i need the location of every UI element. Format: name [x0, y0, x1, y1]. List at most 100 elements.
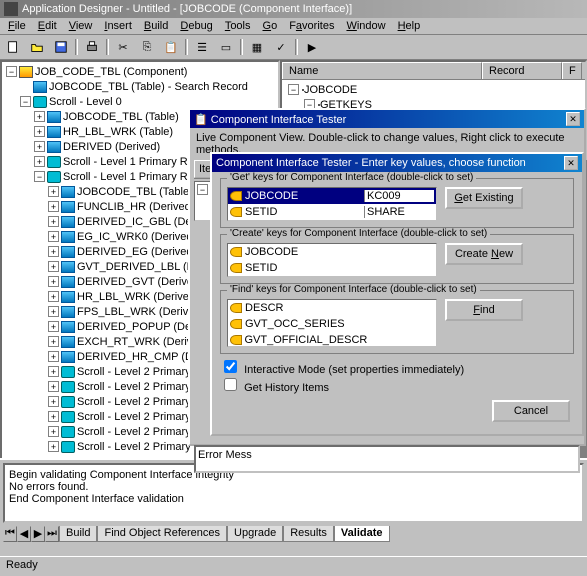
- tb-run[interactable]: ▶: [301, 37, 323, 57]
- expand-icon[interactable]: +: [48, 366, 59, 377]
- table-icon-icon: [61, 246, 75, 258]
- expand-icon[interactable]: +: [34, 156, 45, 167]
- expand-icon[interactable]: +: [48, 336, 59, 347]
- tb-open[interactable]: [26, 37, 48, 57]
- scroll-icon-icon: [33, 96, 47, 108]
- menu-build[interactable]: Build: [138, 19, 174, 33]
- key-row[interactable]: SETIDSHARE: [228, 204, 436, 220]
- expand-icon[interactable]: +: [48, 426, 59, 437]
- expand-icon[interactable]: −: [34, 171, 45, 182]
- create-new-button[interactable]: Create New: [445, 243, 523, 265]
- col-name[interactable]: Name: [282, 62, 482, 79]
- scroll-level-0[interactable]: −Scroll - Level 0: [4, 94, 276, 109]
- tb-print[interactable]: [81, 37, 103, 57]
- col-record[interactable]: Record: [482, 62, 562, 79]
- dialog1-titlebar[interactable]: 📋 Component Interface Tester ✕: [190, 110, 584, 128]
- tab-nav-last[interactable]: ⏭: [45, 526, 59, 542]
- get-keys-list[interactable]: JOBCODEKC009SETIDSHARE: [227, 187, 437, 221]
- component-root[interactable]: −JOB_CODE_TBL (Component): [4, 64, 276, 79]
- tb-paste[interactable]: 📋: [160, 37, 182, 57]
- menu-debug[interactable]: Debug: [174, 19, 218, 33]
- col-f[interactable]: F: [562, 62, 582, 79]
- output-tab-results[interactable]: Results: [283, 526, 334, 542]
- expand-icon[interactable]: +: [48, 351, 59, 362]
- tree-label: DERIVED_EG (Derived): [77, 246, 196, 258]
- get-history-check[interactable]: Get History Items: [224, 378, 570, 394]
- cancel-button[interactable]: Cancel: [492, 400, 570, 422]
- tree-label: HR_LBL_WRK (Derived): [77, 291, 199, 303]
- tb-build[interactable]: ▦: [246, 37, 268, 57]
- key-row[interactable]: JOBCODE: [228, 244, 436, 260]
- tree-label: EG_IC_WRK0 (Derived): [77, 231, 196, 243]
- table-icon-icon: [47, 126, 61, 138]
- menu-tools[interactable]: Tools: [219, 19, 257, 33]
- expand-icon[interactable]: −: [6, 66, 17, 77]
- expand-icon[interactable]: +: [48, 276, 59, 287]
- key-value[interactable]: SHARE: [364, 206, 434, 218]
- tab-nav-prev[interactable]: ◀: [17, 526, 31, 542]
- tb-new[interactable]: [2, 37, 24, 57]
- menu-insert[interactable]: Insert: [98, 19, 138, 33]
- menu-edit[interactable]: Edit: [32, 19, 63, 33]
- expand-icon[interactable]: +: [48, 396, 59, 407]
- key-row[interactable]: DESCR: [228, 300, 436, 316]
- expand-icon[interactable]: +: [48, 261, 59, 272]
- interactive-mode-check[interactable]: Interactive Mode (set properties immedia…: [224, 360, 570, 376]
- dialog1-close-icon[interactable]: ✕: [566, 112, 580, 126]
- tb-save[interactable]: [50, 37, 72, 57]
- expand-icon[interactable]: +: [48, 246, 59, 257]
- expand-icon[interactable]: +: [48, 381, 59, 392]
- expand-icon[interactable]: +: [34, 126, 45, 137]
- expand-icon[interactable]: +: [48, 216, 59, 227]
- expand-icon[interactable]: +: [48, 231, 59, 242]
- key-icon: [230, 319, 242, 329]
- key-row[interactable]: JOBCODEKC009: [228, 188, 436, 204]
- output-tab-find-object-references[interactable]: Find Object References: [97, 526, 227, 542]
- grid-row[interactable]: −JOBCODE: [284, 82, 583, 97]
- dialog2-close-icon[interactable]: ✕: [564, 156, 578, 170]
- output-tab-upgrade[interactable]: Upgrade: [227, 526, 283, 542]
- tree-label: JOBCODE_TBL (Table) - Search Record: [49, 81, 248, 93]
- menu-go[interactable]: Go: [257, 19, 284, 33]
- expand-icon[interactable]: +: [48, 441, 59, 452]
- dialog2-titlebar[interactable]: Component Interface Tester - Enter key v…: [212, 154, 582, 172]
- expand-icon[interactable]: −: [197, 184, 208, 195]
- expand-icon[interactable]: −: [288, 84, 299, 95]
- find-button[interactable]: Find: [445, 299, 523, 321]
- tb-proj[interactable]: ▭: [215, 37, 237, 57]
- create-keys-label: 'Create' keys for Component Interface (d…: [227, 228, 490, 239]
- expand-icon[interactable]: +: [48, 201, 59, 212]
- expand-icon[interactable]: +: [48, 291, 59, 302]
- menubar: File Edit View Insert Build Debug Tools …: [0, 18, 587, 35]
- tab-nav-first[interactable]: ⏮: [3, 526, 17, 542]
- key-row[interactable]: GVT_OCC_SERIES: [228, 316, 436, 332]
- search-record[interactable]: JOBCODE_TBL (Table) - Search Record: [4, 79, 276, 94]
- expand-icon[interactable]: +: [34, 111, 45, 122]
- tb-copy[interactable]: ⎘: [136, 37, 158, 57]
- tb-cut[interactable]: ✂: [112, 37, 134, 57]
- key-row[interactable]: SETID: [228, 260, 436, 276]
- menu-help[interactable]: Help: [392, 19, 427, 33]
- expand-icon[interactable]: +: [48, 186, 59, 197]
- key-row[interactable]: GVT_OFFICIAL_DESCR: [228, 332, 436, 347]
- expand-icon[interactable]: +: [34, 141, 45, 152]
- menu-file[interactable]: File: [2, 19, 32, 33]
- menu-favorites[interactable]: Favorites: [283, 19, 340, 33]
- tb-valid[interactable]: ✓: [270, 37, 292, 57]
- get-existing-button[interactable]: Get Existing: [445, 187, 523, 209]
- key-value[interactable]: KC009: [364, 190, 434, 202]
- expand-icon[interactable]: −: [20, 96, 31, 107]
- app-icon: [4, 2, 18, 16]
- tb-props[interactable]: ☰: [191, 37, 213, 57]
- find-keys-list[interactable]: DESCRGVT_OCC_SERIESGVT_OFFICIAL_DESCR◀▶: [227, 299, 437, 347]
- expand-icon[interactable]: +: [48, 411, 59, 422]
- create-keys-list[interactable]: JOBCODESETID: [227, 243, 437, 277]
- expand-icon[interactable]: +: [48, 306, 59, 317]
- tab-nav-next[interactable]: ▶: [31, 526, 45, 542]
- menu-view[interactable]: View: [63, 19, 99, 33]
- menu-window[interactable]: Window: [340, 19, 391, 33]
- expand-icon[interactable]: +: [48, 321, 59, 332]
- output-tab-build[interactable]: Build: [59, 526, 97, 542]
- output-tab-validate[interactable]: Validate: [334, 526, 390, 542]
- grid-header: Name Record F: [282, 62, 585, 80]
